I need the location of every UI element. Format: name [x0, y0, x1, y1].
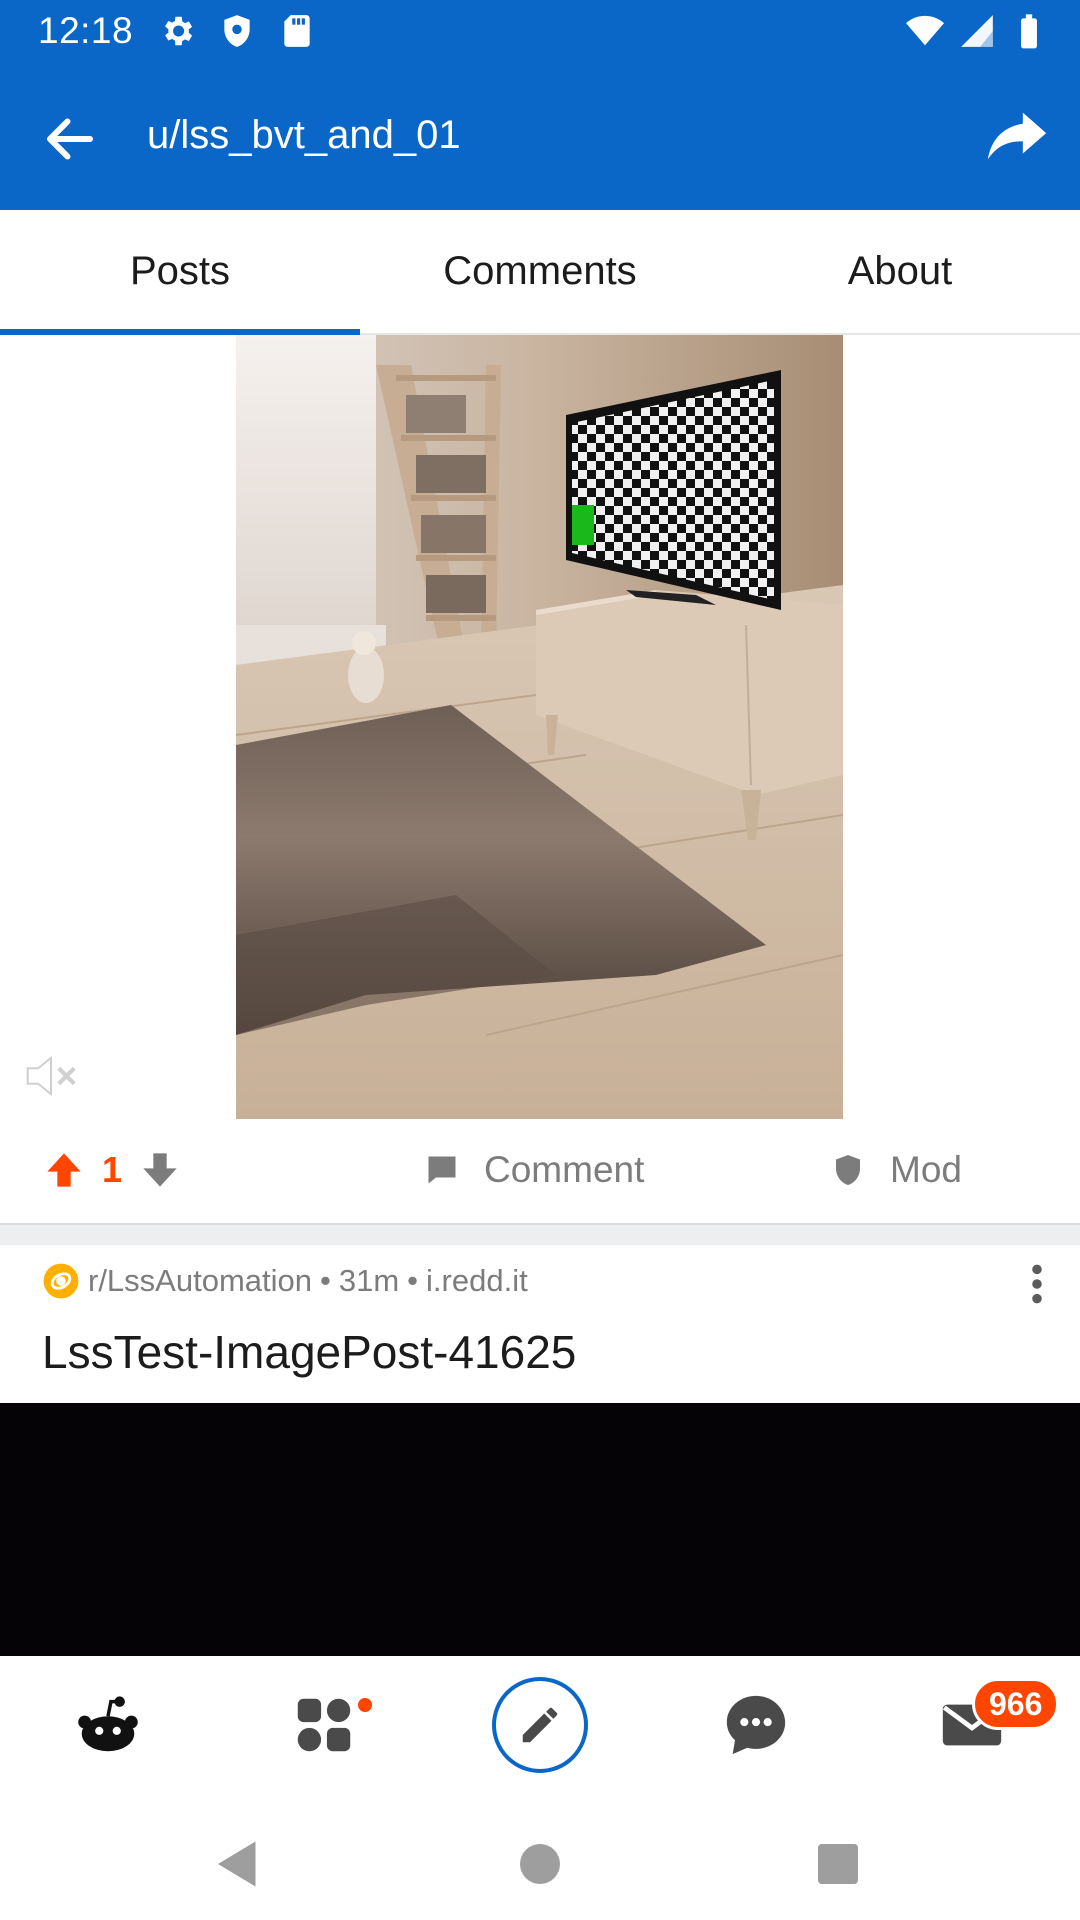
chat-icon: [726, 1695, 786, 1755]
comment-icon: [428, 1156, 456, 1184]
nav-home[interactable]: [0, 1656, 216, 1794]
comment-label: Comment: [484, 1149, 645, 1190]
shield-icon: [224, 15, 250, 47]
profile-tabs: Posts Comments About: [0, 210, 1080, 335]
system-nav-bar: [0, 1794, 1080, 1920]
gear-icon: [165, 16, 193, 46]
nav-communities[interactable]: [216, 1656, 432, 1794]
post-domain[interactable]: i.redd.it: [426, 1263, 528, 1299]
app-bar: u/lss_bvt_and_01: [0, 63, 1080, 210]
upvote-icon[interactable]: [44, 1150, 84, 1190]
sd-card-icon: [284, 15, 310, 47]
shield-icon: [836, 1155, 860, 1185]
mute-icon[interactable]: [20, 1045, 82, 1107]
mod-button[interactable]: Mod: [830, 1149, 962, 1191]
notification-dot: [358, 1698, 372, 1712]
vote-group: 1: [44, 1149, 180, 1191]
create-button[interactable]: [492, 1677, 588, 1773]
mod-label: Mod: [890, 1149, 962, 1190]
status-time: 12:18: [38, 10, 134, 51]
tab-about[interactable]: About: [720, 210, 1080, 333]
downvote-icon[interactable]: [140, 1150, 180, 1190]
battery-icon: [1021, 14, 1037, 49]
home-icon: [78, 1696, 138, 1752]
status-bar: 12:18: [0, 0, 1080, 63]
subreddit-name[interactable]: r/LssAutomation: [88, 1263, 312, 1299]
pencil-icon: [522, 1707, 558, 1743]
inbox-badge: 966: [972, 1678, 1060, 1730]
bottom-nav: [0, 1656, 1080, 1794]
vote-count: 1: [102, 1149, 123, 1190]
post-media[interactable]: [0, 335, 1080, 1119]
wifi-icon: [906, 15, 944, 46]
tab-comments[interactable]: Comments: [360, 210, 720, 333]
tab-label: About: [847, 249, 953, 293]
post-title[interactable]: LssTest-ImagePost-41625: [42, 1325, 576, 1379]
meta-separator: •: [407, 1263, 419, 1298]
more-options-icon[interactable]: [1024, 1262, 1050, 1306]
signal-icon: [961, 15, 993, 47]
back-arrow-icon[interactable]: [40, 109, 100, 169]
nav-chat[interactable]: [648, 1656, 864, 1794]
system-recents-icon[interactable]: [808, 1834, 868, 1894]
post-time: 31m: [338, 1263, 400, 1298]
tab-posts[interactable]: Posts: [0, 210, 360, 335]
subreddit-icon[interactable]: [42, 1262, 80, 1300]
system-home-icon[interactable]: [510, 1834, 570, 1894]
tab-label: Posts: [129, 249, 231, 293]
share-icon[interactable]: [982, 101, 1052, 171]
nav-create[interactable]: [432, 1656, 648, 1794]
post-image[interactable]: [236, 335, 843, 1119]
system-back-icon[interactable]: [208, 1834, 268, 1894]
communities-icon: [297, 1698, 351, 1752]
tab-label: Comments: [443, 249, 637, 293]
comment-button[interactable]: Comment: [424, 1149, 644, 1191]
post-media[interactable]: [0, 1403, 1080, 1656]
status-icons-right: [906, 12, 1048, 50]
post-actions: 1 Comment Mod: [0, 1119, 1080, 1225]
meta-separator: •: [320, 1263, 331, 1298]
status-icons-left: [158, 12, 316, 50]
post-divider: [0, 1223, 1080, 1245]
page-title: u/lss_bvt_and_01: [147, 113, 461, 157]
post-meta: r/LssAutomation • 31m • i.redd.it: [42, 1262, 528, 1300]
